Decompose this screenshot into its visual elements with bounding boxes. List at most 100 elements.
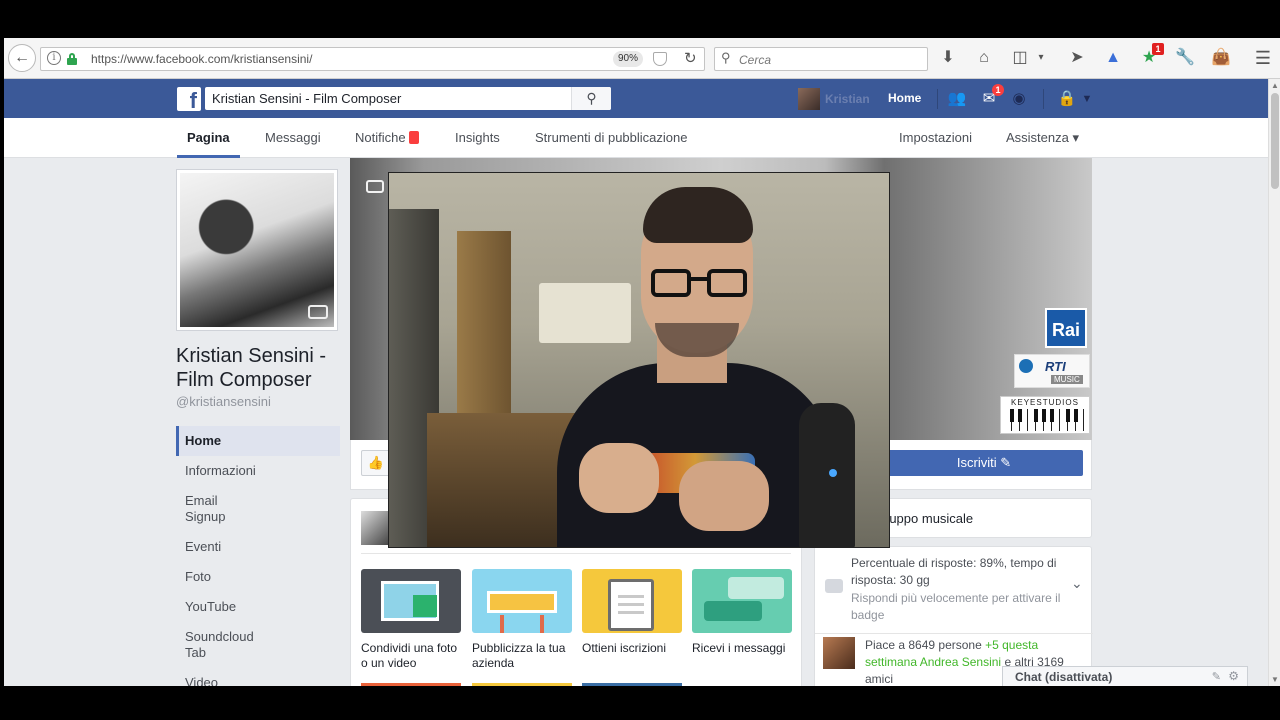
nav-home[interactable]: Home: [176, 426, 340, 456]
facebook-header: f Kristian Sensini - Film Composer ⚲ Kri…: [4, 79, 1268, 118]
tab-notifiche[interactable]: Notifiche: [355, 130, 419, 145]
speech-bubble-icon: [825, 579, 843, 593]
page-handle[interactable]: @kristiansensini: [176, 394, 271, 409]
chat-bar[interactable]: Chat (disattivata) ✎ ⚙: [1002, 666, 1248, 686]
likes-count: Piace a 8649 persone: [865, 638, 982, 652]
lock-icon: [67, 53, 77, 65]
page-category[interactable]: ruppo musicale: [885, 511, 973, 526]
tab-messaggi[interactable]: Messaggi: [265, 130, 321, 145]
facebook-logo-icon[interactable]: f: [177, 87, 201, 111]
nav-soundcloud[interactable]: Soundcloud Tab: [176, 622, 266, 668]
tab-publishing-tools[interactable]: Strumenti di pubblicazione: [535, 130, 687, 145]
nav-informazioni[interactable]: Informazioni: [176, 456, 340, 486]
reload-icon[interactable]: ↻: [684, 49, 697, 67]
notification-badge: [408, 131, 419, 144]
nav-youtube[interactable]: YouTube: [176, 592, 340, 622]
page-stats-card: Percentuale di risposte: 89%, tempo di r…: [814, 546, 1093, 686]
tile-label: Condividi una foto o un video: [361, 641, 458, 670]
address-bar[interactable]: i https://www.facebook.com/kristiansensi…: [40, 47, 705, 71]
download-icon[interactable]: ⬇: [937, 47, 959, 69]
scroll-down-icon[interactable]: ▼: [1271, 675, 1279, 684]
notifications-globe-icon[interactable]: ◉: [1009, 89, 1029, 109]
scrollbar-thumb[interactable]: [1271, 93, 1279, 189]
clipboard-icon: [582, 569, 682, 633]
zoom-indicator[interactable]: 90%: [613, 51, 643, 67]
friend-name-link[interactable]: Andrea Sensini: [920, 655, 1001, 669]
tile-share-photo-video[interactable]: Condividi una foto o un video: [361, 569, 461, 671]
facebook-search-value[interactable]: Kristian Sensini - Film Composer: [212, 91, 401, 106]
profile-photo: [180, 173, 334, 327]
info-icon[interactable]: i: [47, 51, 61, 65]
account-menu-icon[interactable]: ▼: [1077, 89, 1097, 109]
camera-icon[interactable]: [308, 305, 328, 319]
scrollbar[interactable]: ▲ ▼: [1268, 79, 1280, 686]
send-icon[interactable]: ➤: [1066, 47, 1088, 69]
like-button[interactable]: 👍: [361, 450, 391, 476]
nav-email-signup[interactable]: Email Signup: [176, 486, 256, 532]
url-text[interactable]: https://www.facebook.com/kristiansensini…: [91, 52, 312, 66]
chat-bubbles-icon: [692, 569, 792, 633]
response-hint: Rispondi più velocemente per attivare il…: [851, 591, 1061, 622]
page-title: Kristian Sensini - Film Composer: [176, 345, 327, 391]
user-name-link[interactable]: Kristian: [825, 92, 870, 106]
scroll-up-icon[interactable]: ▲: [1271, 81, 1279, 90]
gear-icon[interactable]: ⚙: [1228, 669, 1239, 683]
subscribe-button[interactable]: Iscriviti ✎: [885, 450, 1083, 476]
composer-avatar: [361, 511, 389, 545]
tile-receive-messages[interactable]: Ricevi i messaggi: [692, 569, 792, 656]
nav-eventi[interactable]: Eventi: [176, 532, 340, 562]
next-tile-strip: [582, 683, 682, 686]
browser-search-bar[interactable]: ⚲ Cerca: [714, 47, 928, 71]
back-button[interactable]: ←: [8, 44, 36, 72]
divider: [815, 633, 1093, 634]
rti-music-logo: RTI MUSIC: [1014, 354, 1090, 388]
home-link[interactable]: Home: [888, 91, 921, 105]
privacy-lock-icon[interactable]: 🔒: [1057, 89, 1077, 109]
wrench-icon[interactable]: 🔧: [1174, 47, 1196, 69]
camera-icon[interactable]: [366, 180, 384, 193]
compose-icon[interactable]: ✎: [1212, 670, 1221, 683]
nav-foto[interactable]: Foto: [176, 562, 340, 592]
tile-label: Ricevi i messaggi: [692, 641, 786, 655]
bag-icon[interactable]: 👜: [1210, 47, 1232, 69]
facebook-search-button[interactable]: ⚲: [571, 87, 611, 110]
extension-icon[interactable]: ★ 1: [1138, 43, 1164, 69]
browser-toolbar: ← i https://www.facebook.com/kristiansen…: [4, 38, 1280, 79]
next-tile-strip: [472, 683, 572, 686]
tile-label: Pubblicizza la tua azienda: [472, 641, 566, 670]
promote-icon: [472, 569, 572, 633]
tab-pagina[interactable]: Pagina: [187, 130, 230, 145]
extension-badge: 1: [1152, 43, 1164, 55]
next-tile-strip: [361, 683, 461, 686]
keyestudios-logo: KEYESTUDIOS: [1000, 396, 1090, 434]
nav-video[interactable]: Video: [176, 668, 340, 686]
upload-icon[interactable]: ▲: [1102, 47, 1124, 69]
menu-icon[interactable]: ☰: [1252, 47, 1274, 69]
profile-picture[interactable]: [176, 169, 338, 331]
user-avatar[interactable]: [798, 88, 820, 110]
dropdown-arrow-icon[interactable]: ▾: [1035, 47, 1047, 69]
header-divider: [937, 89, 938, 109]
tab-settings[interactable]: Impostazioni: [899, 130, 972, 145]
friend-requests-icon[interactable]: 👥: [947, 89, 967, 109]
active-tab-indicator: [177, 155, 240, 158]
page-tabs: Pagina Messaggi Notifiche Insights Strum…: [4, 118, 1268, 158]
divider: [361, 553, 791, 554]
left-navigation: Home Informazioni Email Signup Eventi Fo…: [176, 426, 340, 686]
friend-avatar[interactable]: [823, 637, 855, 669]
tile-label: Ottieni iscrizioni: [582, 641, 667, 655]
webcam-overlay: [388, 172, 890, 548]
search-icon: ⚲: [721, 50, 731, 65]
tile-promote-business[interactable]: Pubblicizza la tua azienda: [472, 569, 572, 671]
home-icon[interactable]: ⌂: [973, 47, 995, 69]
tab-help[interactable]: Assistenza ▾: [1006, 130, 1079, 146]
photo-video-icon: [361, 569, 461, 633]
tab-insights[interactable]: Insights: [455, 130, 500, 145]
pocket-icon[interactable]: [653, 52, 667, 66]
facebook-search-input[interactable]: Kristian Sensini - Film Composer ⚲: [205, 87, 611, 110]
response-rate: Percentuale di risposte: 89%, tempo di r…: [851, 556, 1057, 587]
chevron-down-icon[interactable]: ⌄: [1071, 575, 1083, 592]
pocket-save-icon[interactable]: ◫: [1009, 47, 1031, 69]
messages-icon[interactable]: ✉ 1: [979, 84, 1004, 109]
tile-get-subscriptions[interactable]: Ottieni iscrizioni: [582, 569, 682, 656]
